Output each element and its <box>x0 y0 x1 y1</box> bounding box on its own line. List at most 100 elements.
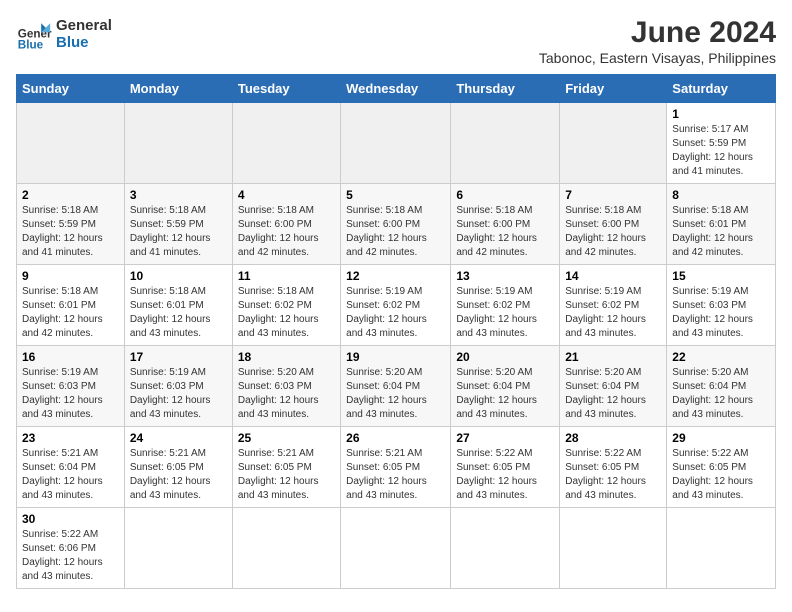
day-number: 11 <box>238 269 335 283</box>
day-info: Sunrise: 5:18 AM Sunset: 6:00 PM Dayligh… <box>565 204 661 260</box>
calendar-cell <box>232 508 340 589</box>
day-number: 12 <box>346 269 445 283</box>
title-block: June 2024 Tabonoc, Eastern Visayas, Phil… <box>539 16 776 66</box>
day-info: Sunrise: 5:19 AM Sunset: 6:02 PM Dayligh… <box>346 285 445 341</box>
day-number: 13 <box>456 269 554 283</box>
calendar-cell: 23 Sunrise: 5:21 AM Sunset: 6:04 PM Dayli… <box>17 427 125 508</box>
day-number: 10 <box>130 269 227 283</box>
day-number: 25 <box>238 431 335 445</box>
day-number: 16 <box>22 350 119 364</box>
weekday-header-saturday: Saturday <box>667 75 776 103</box>
calendar-cell: 8 Sunrise: 5:18 AM Sunset: 6:01 PM Daylig… <box>667 184 776 265</box>
weekday-header-tuesday: Tuesday <box>232 75 340 103</box>
calendar-cell: 5 Sunrise: 5:18 AM Sunset: 6:00 PM Daylig… <box>341 184 451 265</box>
calendar-cell: 25Sunrise: 5:21 AM Sunset: 6:05 PM Dayli… <box>232 427 340 508</box>
weekday-header-sunday: Sunday <box>17 75 125 103</box>
day-info: Sunrise: 5:21 AM Sunset: 6:05 PM Dayligh… <box>346 447 445 503</box>
calendar-cell: 13 Sunrise: 5:19 AM Sunset: 6:02 PM Dayli… <box>451 265 560 346</box>
weekday-header-thursday: Thursday <box>451 75 560 103</box>
day-number: 18 <box>238 350 335 364</box>
day-number: 28 <box>565 431 661 445</box>
day-info: Sunrise: 5:19 AM Sunset: 6:02 PM Dayligh… <box>456 285 554 341</box>
calendar-cell: 9 Sunrise: 5:18 AM Sunset: 6:01 PM Daylig… <box>17 265 125 346</box>
logo-general: General <box>56 17 112 34</box>
day-number: 2 <box>22 188 119 202</box>
calendar-cell: 30Sunrise: 5:22 AM Sunset: 6:06 PM Dayli… <box>17 508 125 589</box>
calendar-cell <box>341 103 451 184</box>
day-info: Sunrise: 5:20 AM Sunset: 6:04 PM Dayligh… <box>565 366 661 422</box>
day-info: Sunrise: 5:20 AM Sunset: 6:04 PM Dayligh… <box>346 366 445 422</box>
day-number: 9 <box>22 269 119 283</box>
calendar-cell <box>560 103 667 184</box>
calendar-cell: 21 Sunrise: 5:20 AM Sunset: 6:04 PM Dayli… <box>560 346 667 427</box>
day-info: Sunrise: 5:18 AM Sunset: 6:01 PM Dayligh… <box>672 204 770 260</box>
day-number: 6 <box>456 188 554 202</box>
day-number: 21 <box>565 350 661 364</box>
day-info: Sunrise: 5:18 AM Sunset: 6:00 PM Dayligh… <box>238 204 335 260</box>
day-info: Sunrise: 5:18 AM Sunset: 6:00 PM Dayligh… <box>346 204 445 260</box>
calendar-cell: 12 Sunrise: 5:19 AM Sunset: 6:02 PM Dayli… <box>341 265 451 346</box>
day-info: Sunrise: 5:20 AM Sunset: 6:03 PM Dayligh… <box>238 366 335 422</box>
day-number: 4 <box>238 188 335 202</box>
calendar-cell <box>124 508 232 589</box>
weekday-header-monday: Monday <box>124 75 232 103</box>
calendar-cell: 24Sunrise: 5:21 AM Sunset: 6:05 PM Dayli… <box>124 427 232 508</box>
calendar-cell: 20 Sunrise: 5:20 AM Sunset: 6:04 PM Dayli… <box>451 346 560 427</box>
calendar-cell: 18 Sunrise: 5:20 AM Sunset: 6:03 PM Dayli… <box>232 346 340 427</box>
logo-blue: Blue <box>56 34 112 51</box>
day-number: 29 <box>672 431 770 445</box>
day-info: Sunrise: 5:18 AM Sunset: 6:01 PM Dayligh… <box>22 285 119 341</box>
day-number: 1 <box>672 107 770 121</box>
calendar-cell: 11 Sunrise: 5:18 AM Sunset: 6:02 PM Dayli… <box>232 265 340 346</box>
weekday-header-friday: Friday <box>560 75 667 103</box>
calendar-cell: 29 Sunrise: 5:22 AM Sunset: 6:05 PM Dayli… <box>667 427 776 508</box>
calendar-cell: 7 Sunrise: 5:18 AM Sunset: 6:00 PM Daylig… <box>560 184 667 265</box>
day-number: 17 <box>130 350 227 364</box>
calendar-cell: 17 Sunrise: 5:19 AM Sunset: 6:03 PM Dayli… <box>124 346 232 427</box>
day-info: Sunrise: 5:18 AM Sunset: 6:02 PM Dayligh… <box>238 285 335 341</box>
calendar-cell <box>17 103 125 184</box>
calendar-cell: 22Sunrise: 5:20 AM Sunset: 6:04 PM Dayli… <box>667 346 776 427</box>
svg-text:Blue: Blue <box>18 38 44 51</box>
calendar-cell: 19Sunrise: 5:20 AM Sunset: 6:04 PM Dayli… <box>341 346 451 427</box>
day-number: 7 <box>565 188 661 202</box>
calendar-cell: 28 Sunrise: 5:22 AM Sunset: 6:05 PM Dayli… <box>560 427 667 508</box>
calendar-cell <box>667 508 776 589</box>
calendar-cell: 1 Sunrise: 5:17 AM Sunset: 5:59 PM Daylig… <box>667 103 776 184</box>
day-info: Sunrise: 5:22 AM Sunset: 6:05 PM Dayligh… <box>672 447 770 503</box>
day-number: 8 <box>672 188 770 202</box>
calendar-cell: 26 Sunrise: 5:21 AM Sunset: 6:05 PM Dayli… <box>341 427 451 508</box>
day-number: 3 <box>130 188 227 202</box>
calendar-cell <box>341 508 451 589</box>
calendar-cell: 6Sunrise: 5:18 AM Sunset: 6:00 PM Daylig… <box>451 184 560 265</box>
day-info: Sunrise: 5:17 AM Sunset: 5:59 PM Dayligh… <box>672 123 770 179</box>
weekday-header-wednesday: Wednesday <box>341 75 451 103</box>
day-info: Sunrise: 5:20 AM Sunset: 6:04 PM Dayligh… <box>456 366 554 422</box>
day-number: 22 <box>672 350 770 364</box>
day-number: 23 <box>22 431 119 445</box>
day-number: 5 <box>346 188 445 202</box>
day-number: 15 <box>672 269 770 283</box>
day-number: 27 <box>456 431 554 445</box>
calendar-cell: 4 Sunrise: 5:18 AM Sunset: 6:00 PM Daylig… <box>232 184 340 265</box>
day-info: Sunrise: 5:19 AM Sunset: 6:03 PM Dayligh… <box>130 366 227 422</box>
day-info: Sunrise: 5:21 AM Sunset: 6:04 PM Dayligh… <box>22 447 119 503</box>
calendar-title: June 2024 <box>539 16 776 50</box>
calendar-cell <box>560 508 667 589</box>
calendar-subtitle: Tabonoc, Eastern Visayas, Philippines <box>539 50 776 66</box>
calendar-cell: 27 Sunrise: 5:22 AM Sunset: 6:05 PM Dayli… <box>451 427 560 508</box>
day-info: Sunrise: 5:22 AM Sunset: 6:05 PM Dayligh… <box>565 447 661 503</box>
logo-icon: General Blue <box>16 16 52 52</box>
day-number: 20 <box>456 350 554 364</box>
day-info: Sunrise: 5:18 AM Sunset: 6:01 PM Dayligh… <box>130 285 227 341</box>
day-info: Sunrise: 5:21 AM Sunset: 6:05 PM Dayligh… <box>130 447 227 503</box>
day-info: Sunrise: 5:18 AM Sunset: 5:59 PM Dayligh… <box>22 204 119 260</box>
day-number: 14 <box>565 269 661 283</box>
day-number: 26 <box>346 431 445 445</box>
day-info: Sunrise: 5:22 AM Sunset: 6:05 PM Dayligh… <box>456 447 554 503</box>
calendar-table: SundayMondayTuesdayWednesdayThursdayFrid… <box>16 74 776 589</box>
day-info: Sunrise: 5:19 AM Sunset: 6:03 PM Dayligh… <box>22 366 119 422</box>
day-info: Sunrise: 5:18 AM Sunset: 5:59 PM Dayligh… <box>130 204 227 260</box>
calendar-cell <box>451 508 560 589</box>
calendar-cell <box>124 103 232 184</box>
